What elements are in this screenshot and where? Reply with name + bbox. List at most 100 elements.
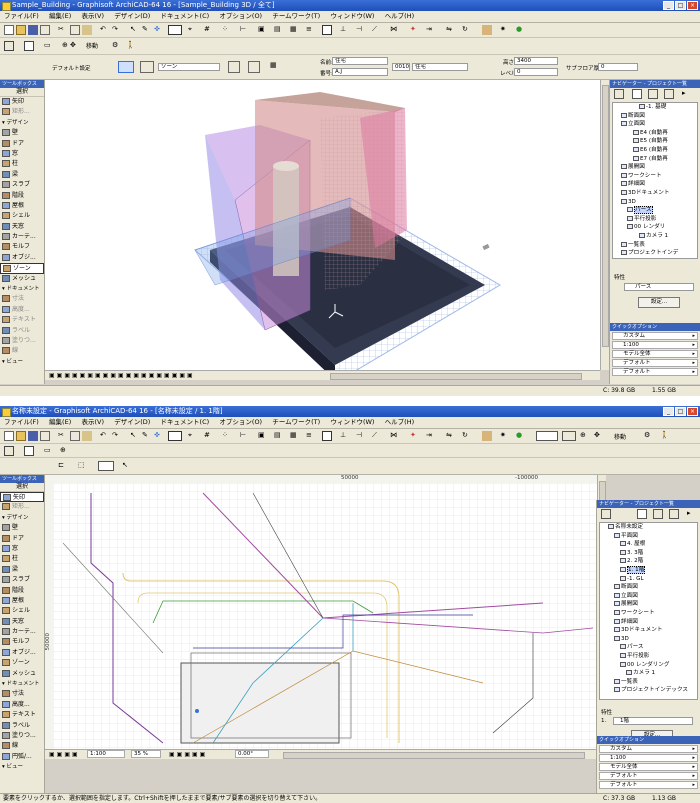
menu-edit[interactable]: 編集(E): [45, 417, 75, 428]
cut-icon[interactable]: ✂: [58, 25, 68, 35]
eyedropper-icon[interactable]: ✎: [142, 431, 152, 441]
open-folder-icon[interactable]: [16, 431, 26, 441]
mirror-icon[interactable]: ⇋: [446, 431, 456, 441]
toolbox-tool[interactable]: 矩形...: [0, 107, 44, 117]
toolbox-tool[interactable]: 階段: [0, 191, 44, 201]
move-label[interactable]: 移動: [614, 432, 626, 441]
zoom-in-icon[interactable]: ⊕: [60, 446, 70, 456]
toolbox-tool[interactable]: 天窓: [0, 617, 44, 627]
vscroll-thumb[interactable]: [602, 85, 609, 347]
quick-option-select[interactable]: デフォルト: [599, 781, 698, 789]
tree-item[interactable]: 3Dドキュメント: [600, 626, 697, 635]
tree-item[interactable]: 3D: [600, 635, 697, 644]
tree-item[interactable]: カメラ 1: [613, 232, 697, 241]
adjust-icon[interactable]: ⟋: [372, 431, 382, 441]
tree-item[interactable]: 平行投影: [613, 215, 697, 224]
zone-layer-select[interactable]: ゾーン: [158, 63, 220, 71]
plan-marker[interactable]: [195, 709, 199, 713]
grid-icon[interactable]: #: [204, 25, 214, 35]
project-tree[interactable]: 名称未設定 平面図 4. 屋根 3. 3階 2. 2階 1. 1階 -1. GL 断面図 立面図…: [599, 522, 698, 700]
paste-icon[interactable]: [82, 431, 92, 441]
section-icon[interactable]: ▭: [44, 41, 54, 51]
tree-item[interactable]: パース: [600, 643, 697, 652]
menu-file[interactable]: ファイル(F): [0, 11, 43, 22]
lock-icon[interactable]: ▤: [274, 431, 284, 441]
teamwork-icon[interactable]: ●: [516, 25, 526, 35]
snap-points-icon[interactable]: ⁘: [222, 25, 232, 35]
tree-item[interactable]: 2. 2階: [600, 557, 697, 566]
zone-number-input[interactable]: A.J: [332, 68, 388, 76]
redo-icon[interactable]: ↷: [112, 431, 122, 441]
section-view-icon[interactable]: ▭: [44, 446, 54, 456]
menu-file[interactable]: ファイル(F): [0, 417, 43, 428]
menu-teamwork[interactable]: チームワーク(T): [268, 11, 324, 22]
settings-button[interactable]: 設定...: [638, 297, 680, 308]
zoom-tools-icons[interactable]: ▣▣▣▣▣: [169, 751, 207, 758]
properties-name-field[interactable]: 1階: [613, 717, 693, 725]
floor-plan-icon[interactable]: [4, 41, 14, 51]
zone-polygon-icon[interactable]: [248, 61, 260, 73]
magic-wand-icon[interactable]: ✦: [410, 431, 420, 441]
zoom-field[interactable]: 35 %: [131, 750, 161, 758]
copy-icon[interactable]: [70, 25, 80, 35]
category-code[interactable]: 0010: [392, 63, 410, 71]
select-mode[interactable]: 選択: [0, 88, 44, 97]
tree-item[interactable]: プロジェクトインデ: [613, 249, 697, 258]
offset-icon[interactable]: ⇥: [426, 25, 436, 35]
copy-icon[interactable]: [70, 431, 80, 441]
nav-menu-icon[interactable]: ▸: [687, 509, 697, 519]
scale-field[interactable]: 1:100: [87, 750, 125, 758]
height-input[interactable]: 3400: [514, 57, 558, 65]
redo-icon[interactable]: ↷: [112, 25, 122, 35]
teamwork-icon[interactable]: ●: [516, 431, 526, 441]
offset-icon[interactable]: ⇥: [426, 431, 436, 441]
toolbox-tool[interactable]: カーテ...: [0, 232, 44, 242]
toolbox-tool[interactable]: 梁: [0, 565, 44, 575]
toolbox-tool[interactable]: シェル: [0, 606, 44, 616]
floor-plan-viewport[interactable]: [53, 483, 597, 749]
open-folder-icon[interactable]: [16, 25, 26, 35]
zone-geometry-icon[interactable]: [118, 61, 134, 73]
tree-item[interactable]: 詳細図: [600, 618, 697, 627]
maximize-button[interactable]: □: [675, 1, 686, 10]
toolbox-tool[interactable]: ラベル: [0, 721, 44, 731]
toolbox-tool[interactable]: 柱: [0, 554, 44, 564]
maximize-button[interactable]: □: [675, 407, 686, 416]
snap-points-icon[interactable]: ⁘: [222, 431, 232, 441]
trim-icon[interactable]: ⊥: [340, 25, 350, 35]
print-icon[interactable]: [40, 431, 50, 441]
orbit-icon[interactable]: ⚙: [112, 41, 122, 51]
tree-item[interactable]: E4 (自動再: [613, 129, 697, 138]
properties-name-field[interactable]: パース: [624, 283, 694, 291]
nav-project-map-icon[interactable]: [614, 89, 624, 99]
floor-plan-icon[interactable]: [4, 446, 14, 456]
magic-wand-icon[interactable]: ✦: [410, 25, 420, 35]
toolbox-tool[interactable]: ドア: [0, 534, 44, 544]
orbit-icon[interactable]: ⚙: [644, 431, 654, 441]
marquee-mode-icon[interactable]: ⬚: [78, 461, 94, 471]
pan-icon[interactable]: ✥: [594, 431, 604, 441]
mirror-icon[interactable]: ⇋: [446, 25, 456, 35]
group-icon[interactable]: ▣: [258, 25, 268, 35]
guide-line-icon[interactable]: [168, 431, 182, 441]
tree-item[interactable]: E7 (自動再: [613, 155, 697, 164]
quick-option-select[interactable]: 1:100: [599, 754, 698, 762]
3d-window-icon[interactable]: [24, 41, 34, 51]
toolbox-tool[interactable]: 天窓: [0, 222, 44, 232]
trim-icon[interactable]: ⊥: [340, 431, 350, 441]
quick-option-select[interactable]: カスタム: [612, 332, 698, 340]
zone-fill-icon[interactable]: ▦: [270, 61, 282, 73]
toolbox-tool[interactable]: 矢印: [0, 97, 44, 107]
toolbox-tool[interactable]: オブジ...: [0, 253, 44, 263]
tree-item[interactable]: カメラ 1: [600, 669, 697, 678]
3d-viewport[interactable]: [45, 80, 600, 370]
view-nav-icons[interactable]: ▣▣▣▣▣▣▣▣▣▣▣▣▣▣▣▣▣▣▣: [49, 372, 195, 379]
tree-item[interactable]: E5 (自動再: [613, 137, 697, 146]
angle-field[interactable]: 0.00°: [235, 750, 269, 758]
layer-icon[interactable]: ▦: [290, 25, 300, 35]
toolbox-tool[interactable]: テキスト: [0, 710, 44, 720]
plan-nav-icons[interactable]: ▣▣▣▣: [49, 751, 80, 758]
toolbox-tool[interactable]: ラベル: [0, 326, 44, 336]
nav-view-map-icon[interactable]: [632, 89, 642, 99]
nav-publisher-icon[interactable]: [669, 509, 679, 519]
